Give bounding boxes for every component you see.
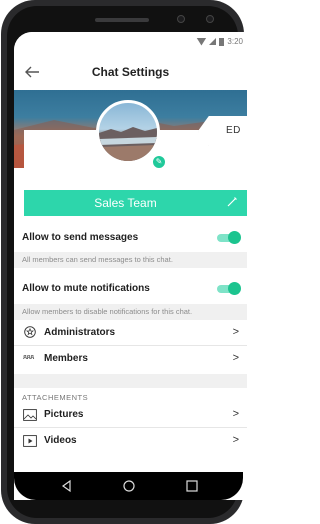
edit-avatar-pencil-icon[interactable]: ✎ xyxy=(151,154,167,170)
star-badge-icon xyxy=(24,326,36,338)
top-bar: Chat Settings xyxy=(14,54,247,90)
video-icon xyxy=(23,435,37,447)
setting-label: Allow to send messages xyxy=(22,232,139,243)
signal-icon xyxy=(209,38,217,45)
setting-hint-text: All members can send messages to this ch… xyxy=(22,255,173,264)
setting-hint: All members can send messages to this ch… xyxy=(14,252,247,268)
setting-hint: Allow members to disable notifications f… xyxy=(14,304,247,320)
setting-row-send-messages[interactable]: Allow to send messages xyxy=(14,228,247,248)
group-avatar[interactable] xyxy=(96,100,160,164)
divider xyxy=(14,427,247,428)
nav-back-icon[interactable] xyxy=(59,478,75,494)
divider xyxy=(14,345,247,346)
send-messages-toggle[interactable] xyxy=(217,231,241,244)
picture-icon xyxy=(23,409,37,421)
system-nav-bar xyxy=(14,472,243,500)
edit-name-pencil-icon[interactable] xyxy=(225,195,239,209)
nav-home-icon[interactable] xyxy=(121,478,137,494)
status-bar: 3:20 xyxy=(14,32,247,54)
speaker-grille xyxy=(95,18,149,22)
mute-notifications-toggle[interactable] xyxy=(217,282,241,295)
battery-icon xyxy=(219,37,225,46)
nav-recents-icon[interactable] xyxy=(184,478,200,494)
members-icon: ጸጸጸ xyxy=(23,354,34,361)
card-edge xyxy=(198,146,247,190)
setting-row-mute-notifications[interactable]: Allow to mute notifications xyxy=(14,279,247,299)
app-screen: 3:20 Chat Settings ✎ ED Sales Team Allow xyxy=(14,32,247,500)
team-name: Sales Team xyxy=(94,196,157,210)
chevron-right-icon: > xyxy=(232,352,239,364)
setting-label: Allow to mute notifications xyxy=(22,283,150,294)
chevron-right-icon: > xyxy=(232,408,239,420)
wifi-icon xyxy=(196,37,207,46)
list-item-label: Videos xyxy=(44,435,77,446)
list-item-label: Administrators xyxy=(44,327,116,338)
team-name-field[interactable]: Sales Team xyxy=(24,190,247,216)
status-time: 3:20 xyxy=(227,37,243,46)
section-title: ATTACHEMENTS xyxy=(22,393,89,402)
edit-callout-label: ED xyxy=(226,125,241,136)
list-item-administrators[interactable]: Administrators > xyxy=(14,322,247,344)
list-item-members[interactable]: ጸጸጸ Members > xyxy=(14,348,247,370)
section-gap xyxy=(14,374,247,388)
setting-hint-text: Allow members to disable notifications f… xyxy=(22,307,193,316)
camera-icon xyxy=(177,15,185,23)
list-item-label: Members xyxy=(44,353,88,364)
list-item-label: Pictures xyxy=(44,409,84,420)
page-title: Chat Settings xyxy=(91,65,170,79)
sensor-icon xyxy=(206,15,214,23)
list-item-pictures[interactable]: Pictures > xyxy=(14,404,247,426)
chevron-right-icon: > xyxy=(232,326,239,338)
section-header-attachments: ATTACHEMENTS xyxy=(14,388,247,404)
chevron-right-icon: > xyxy=(232,434,239,446)
list-item-videos[interactable]: Videos > xyxy=(14,430,247,452)
